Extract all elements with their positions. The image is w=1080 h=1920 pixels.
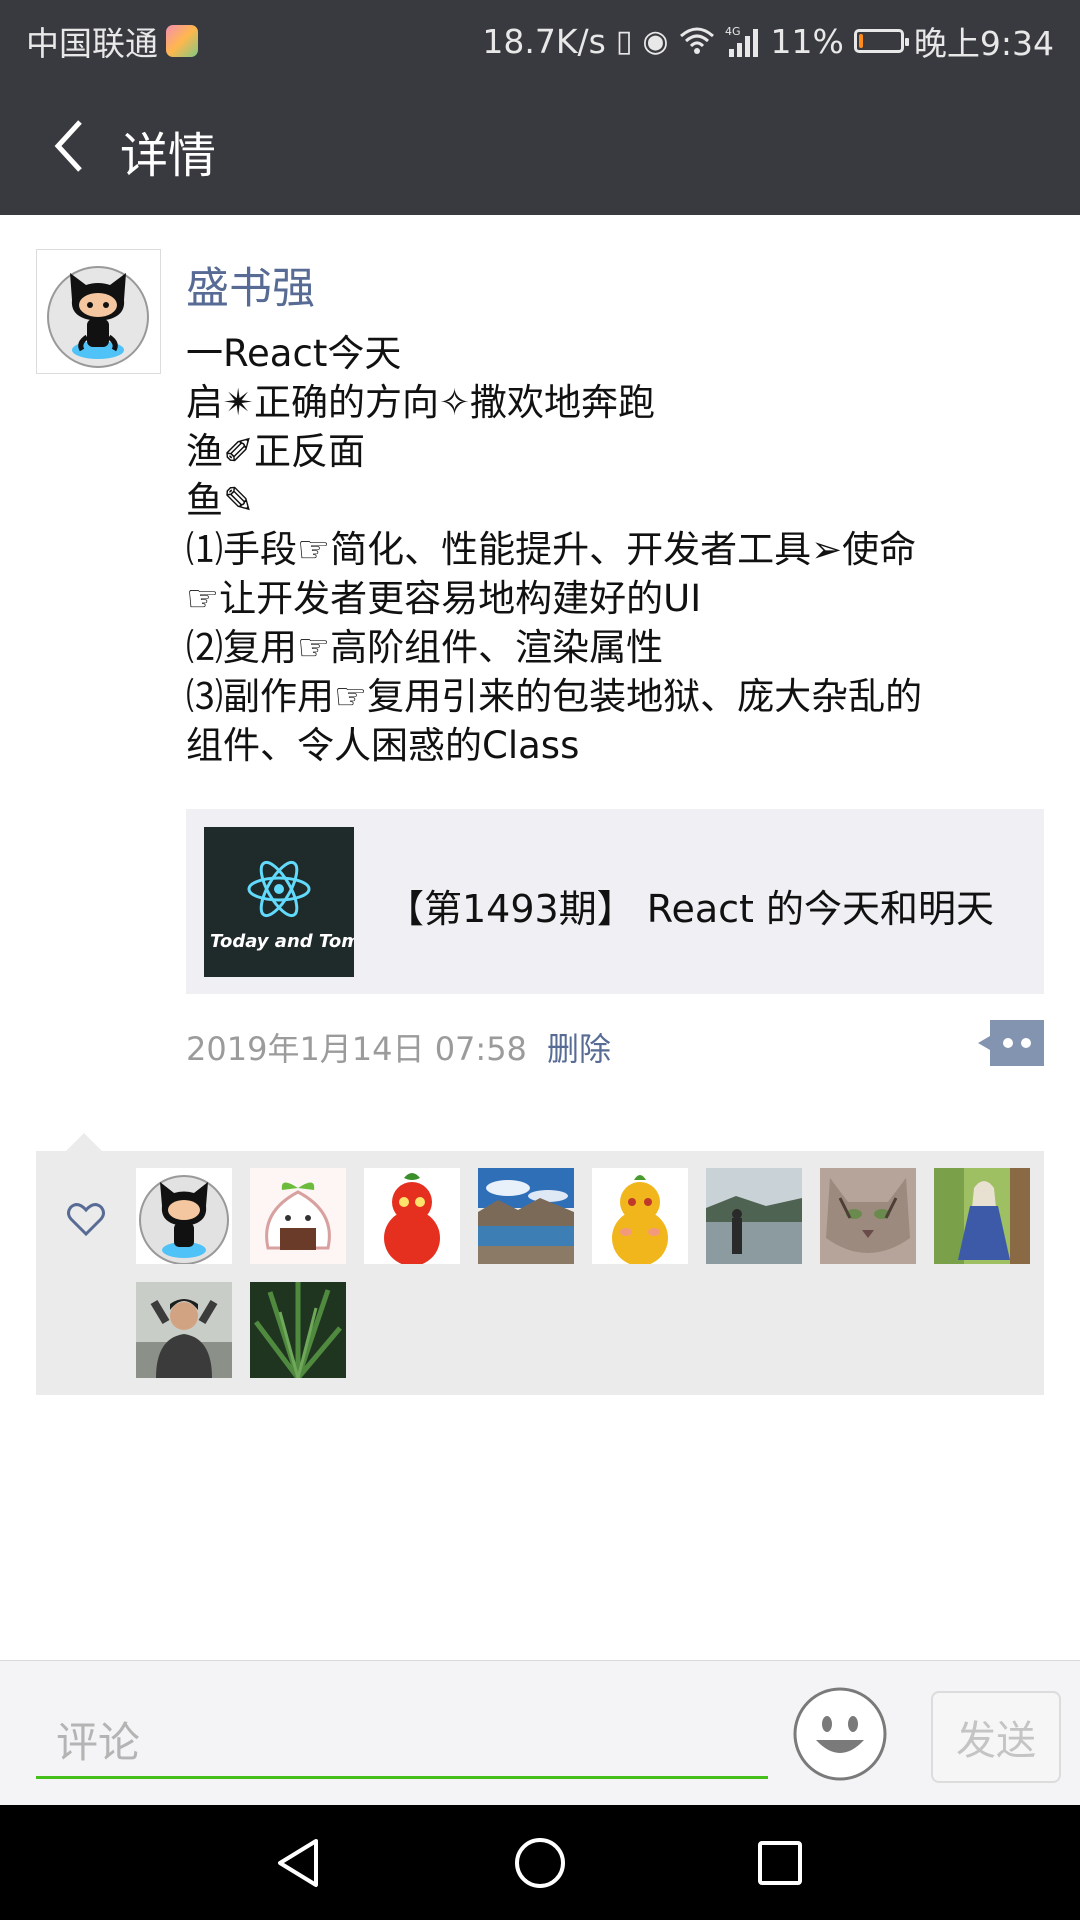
heart-icon [67, 1203, 105, 1237]
battery-fill [858, 34, 863, 48]
delete-button[interactable]: 删除 [547, 1024, 611, 1070]
octocat-icon [47, 266, 149, 368]
nav-back-button[interactable] [270, 1833, 330, 1893]
wifi-icon [679, 27, 714, 54]
post-line: ⑴手段☞简化、性能提升、开发者工具➢使命 [186, 528, 917, 571]
post-timestamp: 2019年1月14日 07:58 [186, 1030, 527, 1068]
like-avatar-man-photo[interactable] [136, 1282, 232, 1378]
app-notification-icon [166, 25, 198, 57]
like-avatar-octocat[interactable] [136, 1168, 232, 1264]
network-speed: 18.7K/s [482, 21, 606, 61]
link-title: 【第1493期】 React 的今天和明天 [386, 887, 995, 931]
signal-icon: 4G [725, 25, 758, 57]
link-thumbnail-text: Today and Tomorrow [210, 931, 354, 952]
more-dots-icon [978, 1020, 1044, 1066]
smiley-icon [793, 1687, 887, 1781]
link-thumbnail: Today and Tomorrow [204, 827, 354, 977]
page-title: 详情 [120, 128, 217, 184]
like-avatar-landscape[interactable] [478, 1168, 574, 1264]
like-avatar-lake-photo[interactable] [706, 1168, 802, 1264]
triangle-back-icon [278, 1839, 318, 1887]
react-logo-icon [247, 860, 311, 918]
author-avatar[interactable] [36, 249, 161, 374]
post-line: ⑶副作用☞复用引来的包装地狱、庞大杂乱的 [186, 675, 923, 718]
vibrate-icon: ▯ [615, 23, 633, 59]
eye-icon: ◉ [642, 23, 669, 59]
post-line: 渔✐正反面 [186, 430, 366, 473]
circle-home-icon [515, 1838, 565, 1888]
author-name[interactable]: 盛书强 [186, 254, 315, 316]
post-line: 一React今天 [186, 332, 402, 375]
post-line: ☞让开发者更容易地构建好的UI [186, 577, 702, 620]
send-button[interactable]: 发送 [931, 1691, 1061, 1783]
nav-home-button[interactable] [510, 1833, 570, 1893]
back-button[interactable] [30, 106, 110, 186]
battery-percent: 11% [770, 21, 844, 61]
status-bar: 中国联通 18.7K/s ▯ ◉ 4G 11% 晚上9:34 [0, 0, 1080, 76]
status-time: 晚上9:34 [913, 24, 1054, 63]
like-avatar-red-gourd[interactable] [364, 1168, 460, 1264]
like-avatar-plant-photo[interactable] [250, 1282, 346, 1378]
title-bar: 详情 [0, 76, 1080, 215]
square-recents-icon [758, 1841, 802, 1885]
post-line: 鱼✎ [186, 479, 255, 522]
network-type: 4G [725, 25, 741, 38]
post-line: 启✴正确的方向✧撒欢地奔跑 [186, 381, 656, 424]
comment-input[interactable] [36, 1709, 768, 1779]
battery-icon [853, 29, 909, 53]
shared-link-card[interactable]: Today and Tomorrow 【第1493期】 React 的今天和明天 [186, 809, 1044, 994]
like-avatar-girl-photo[interactable] [934, 1168, 1030, 1264]
post-text: 一React今天 启✴正确的方向✧撒欢地奔跑 渔✐正反面 鱼✎ ⑴手段☞简化、性… [186, 329, 1046, 770]
emoji-button[interactable] [792, 1686, 888, 1782]
system-nav-bar [0, 1805, 1080, 1920]
like-avatar-cat-photo[interactable] [820, 1168, 916, 1264]
chevron-left-icon [54, 120, 82, 172]
likes-panel [36, 1151, 1044, 1395]
comment-bar: 发送 [0, 1660, 1080, 1806]
comment-action-button[interactable] [978, 1020, 1044, 1066]
likes-pointer [66, 1133, 102, 1151]
post-line: 组件、令人困惑的Class [186, 724, 580, 767]
like-avatar-rice-ball[interactable] [250, 1168, 346, 1264]
post-line: ⑵复用☞高阶组件、渲染属性 [186, 626, 664, 669]
like-avatar-yellow-gourd[interactable] [592, 1168, 688, 1264]
nav-recents-button[interactable] [750, 1833, 810, 1893]
carrier-name: 中国联通 [26, 24, 158, 63]
